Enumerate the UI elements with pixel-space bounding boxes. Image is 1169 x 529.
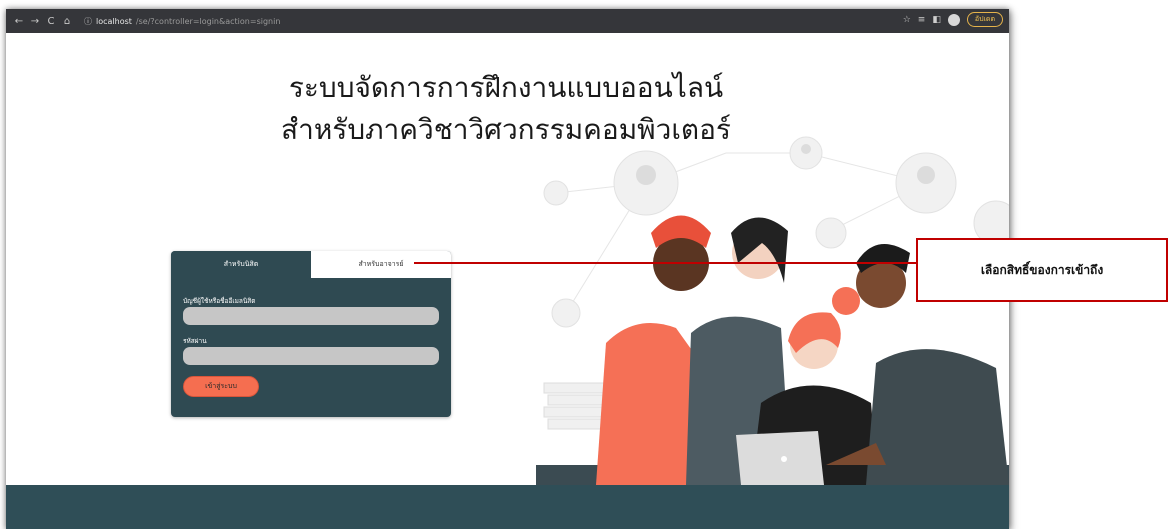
callout-line — [414, 262, 918, 264]
login-card: สำหรับนิสิต สำหรับอาจารย์ บัญชีผู้ใช้หรื… — [171, 251, 451, 417]
back-icon[interactable]: ← — [12, 16, 26, 27]
url-path: /se/?controller=login&action=signin — [135, 16, 281, 26]
side-panel-icon[interactable]: ◧ — [932, 15, 941, 25]
url-host: localhost — [96, 16, 132, 26]
username-field[interactable] — [183, 307, 439, 325]
tab-teacher[interactable]: สำหรับอาจารย์ — [311, 251, 451, 278]
login-button[interactable]: เข้าสู่ระบบ — [183, 376, 259, 397]
tab-student[interactable]: สำหรับนิสิต — [171, 251, 311, 278]
page-title-line1: ระบบจัดการการฝึกงานแบบออนไลน์ — [288, 71, 724, 104]
password-field[interactable] — [183, 347, 439, 365]
annotation-callout: เลือกสิทธิ์ของการเข้าถึง — [916, 238, 1168, 302]
password-label: รหัสผ่าน — [183, 337, 207, 345]
reload-icon[interactable]: C — [44, 16, 58, 27]
profile-avatar[interactable] — [947, 13, 960, 26]
bookmark-star-icon[interactable]: ☆ — [903, 15, 911, 25]
info-icon[interactable]: ⓘ — [84, 16, 92, 27]
login-page: ระบบจัดการการฝึกงานแบบออนไลน์ สำหรับภาคว… — [6, 33, 1009, 529]
browser-actions: ☆ ≡ ◧ อัปเดต — [903, 12, 1003, 27]
browser-toolbar: ← → C ⌂ ⓘ localhost/se/?controller=login… — [6, 9, 1009, 33]
reading-list-icon[interactable]: ≡ — [918, 15, 926, 25]
forward-icon[interactable]: → — [28, 16, 42, 27]
username-label: บัญชีผู้ใช้หรือชื่ออีเมลนิสิต — [183, 297, 256, 305]
screenshot-frame: ← → C ⌂ ⓘ localhost/se/?controller=login… — [6, 9, 1009, 529]
home-icon[interactable]: ⌂ — [60, 16, 74, 27]
update-button[interactable]: อัปเดต — [966, 12, 1003, 27]
role-tabs: สำหรับนิสิต สำหรับอาจารย์ — [171, 251, 451, 278]
footer-band — [6, 485, 1009, 529]
address-bar[interactable]: ⓘ localhost/se/?controller=login&action=… — [84, 16, 280, 27]
